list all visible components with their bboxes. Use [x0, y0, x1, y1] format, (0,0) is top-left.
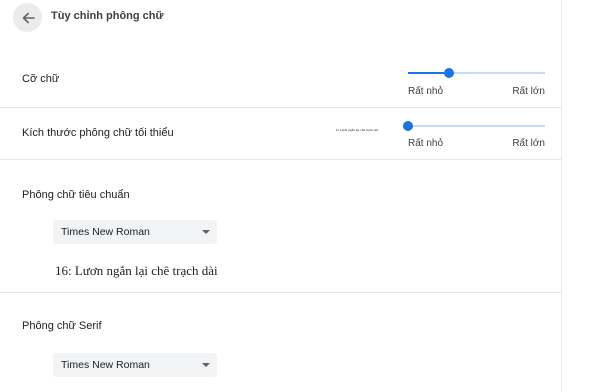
slider-track — [408, 125, 545, 127]
standard-font-select[interactable]: Times New Roman — [53, 220, 217, 244]
slider-fill — [408, 72, 449, 74]
min-font-size-label: Kích thước phông chữ tối thiểu — [22, 127, 174, 139]
slider-knob[interactable] — [403, 121, 413, 131]
slider-min-label: Rất nhỏ — [408, 138, 444, 149]
slider-knob[interactable] — [444, 68, 454, 78]
font-size-slider[interactable] — [408, 67, 545, 79]
select-value: Times New Roman — [61, 226, 150, 238]
right-gutter — [562, 0, 589, 392]
slider-max-label: Rất lớn — [512, 86, 545, 97]
serif-font-title: Phông chữ Serif — [22, 320, 102, 332]
min-font-size-preview: 6: Lươn ngắn lại chê trạch dài — [336, 128, 379, 132]
dropdown-arrow-icon — [202, 363, 210, 367]
page-title: Tùy chỉnh phông chữ — [51, 10, 164, 22]
select-value: Times New Roman — [61, 359, 150, 371]
standard-font-title: Phông chữ tiêu chuẩn — [22, 189, 130, 201]
serif-font-select[interactable]: Times New Roman — [53, 353, 217, 377]
font-size-row: Cỡ chữ Rất nhỏ Rất lớn — [0, 36, 562, 108]
page-header: Tùy chỉnh phông chữ — [0, 0, 562, 36]
back-button[interactable] — [13, 3, 42, 32]
dropdown-arrow-icon — [202, 230, 210, 234]
font-size-label: Cỡ chữ — [22, 73, 60, 85]
arrow-back-icon — [22, 12, 35, 23]
min-font-size-row: Kích thước phông chữ tối thiểu Rất nhỏ R… — [0, 108, 562, 160]
slider-min-label: Rất nhỏ — [408, 86, 444, 97]
min-font-size-slider[interactable] — [403, 120, 545, 132]
font-settings-panel: Tùy chỉnh phông chữ Cỡ chữ Rất nhỏ Rất l… — [0, 0, 562, 392]
slider-max-label: Rất lớn — [512, 138, 545, 149]
standard-font-sample: 16: Lươn ngắn lại chê trạch dài — [55, 263, 218, 278]
